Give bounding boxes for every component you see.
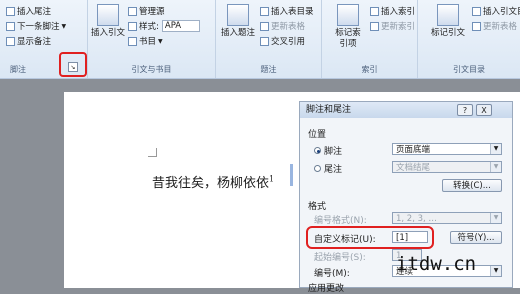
document-text[interactable]: 昔我往矣，杨柳依依1 <box>152 172 274 191</box>
dropdown-arrow-icon: ▼ <box>490 213 501 223</box>
citations-group: 插入引文 管理源 样式: APA 书目 ▼ 引文与书目 <box>88 0 216 78</box>
insert-index-button[interactable]: 插入索引 <box>370 5 415 17</box>
highlight-dialog-launcher <box>59 52 87 77</box>
close-button[interactable]: X <box>476 104 492 116</box>
radio-selected-icon <box>314 147 321 154</box>
help-button[interactable]: ? <box>457 104 473 116</box>
update-table-button[interactable]: 更新表格 <box>260 20 305 32</box>
insert-table-of-figures-button[interactable]: 插入表目录 <box>260 5 314 17</box>
toa-group: 标记引文 插入引文目 更新表格 引文目录 <box>418 0 520 78</box>
start-at-label: 起始编号(S): <box>314 253 366 263</box>
insert-caption-button[interactable]: 插入题注 <box>220 4 256 39</box>
update-toa-button[interactable]: 更新表格 <box>472 20 517 32</box>
index-group-title: 索引 <box>361 65 378 74</box>
format-section-label: 格式 <box>308 202 327 212</box>
watermark-text: itdw.cn <box>396 253 477 275</box>
text-cursor <box>290 164 293 186</box>
ribbon: 插入尾注 下一条脚注 ▼ 显示备注 脚注 ↘ 插入引文 管理源 样式: APA 书目… <box>0 0 520 79</box>
next-footnote-button[interactable]: 下一条脚注 ▼ <box>6 20 66 32</box>
radio-unselected-icon <box>314 165 321 172</box>
insert-toa-button[interactable]: 插入引文目 <box>472 5 520 17</box>
location-section-label: 位置 <box>308 130 327 140</box>
manage-sources-icon <box>128 6 137 16</box>
mark-citation-button[interactable]: 标记引文 <box>428 4 468 39</box>
update-toa-icon <box>472 21 481 31</box>
numbering-label: 编号(M): <box>314 269 350 279</box>
captions-group-title: 题注 <box>260 65 277 74</box>
show-notes-button[interactable]: 显示备注 <box>6 35 51 47</box>
cross-reference-icon <box>260 36 269 46</box>
manage-sources-button[interactable]: 管理源 <box>128 5 165 17</box>
symbol-button[interactable]: 符号(Y)... <box>450 231 502 244</box>
index-group: 标记索引项 插入索引 更新索引 索引 <box>322 0 418 78</box>
bibliography-button[interactable]: 书目 ▼ <box>128 35 163 47</box>
next-footnote-icon <box>6 21 15 31</box>
mark-entry-icon <box>337 4 359 26</box>
dropdown-arrow-icon: ▼ <box>490 266 501 276</box>
footnote-location-select[interactable]: 页面底端 ▼ <box>392 143 502 155</box>
bibliography-icon <box>128 36 137 46</box>
style-selector[interactable]: 样式: APA <box>128 20 201 32</box>
dropdown-arrow-icon: ▼ <box>490 144 501 154</box>
footnote-reference[interactable]: 1 <box>269 175 274 184</box>
mark-citation-icon <box>437 4 459 26</box>
update-index-button[interactable]: 更新索引 <box>370 20 415 32</box>
number-format-label: 编号格式(N): <box>314 216 367 226</box>
cross-reference-button[interactable]: 交叉引用 <box>260 35 305 47</box>
number-format-select[interactable]: 1, 2, 3, … ▼ <box>392 212 502 224</box>
insert-caption-icon <box>227 4 249 26</box>
update-index-icon <box>370 21 379 31</box>
update-table-icon <box>260 21 269 31</box>
insert-citation-icon <box>97 4 119 26</box>
highlight-custom-mark <box>306 226 434 249</box>
show-notes-icon <box>6 36 15 46</box>
table-of-figures-icon <box>260 6 269 16</box>
citations-group-title: 引文与书目 <box>131 65 172 74</box>
insert-citation-button[interactable]: 插入引文 <box>90 4 126 39</box>
footnote-radio[interactable]: 脚注 <box>314 144 342 157</box>
insert-index-icon <box>370 6 379 16</box>
dropdown-arrow-icon: ▼ <box>490 162 501 172</box>
mark-entry-button[interactable]: 标记索引项 <box>328 4 368 50</box>
convert-button[interactable]: 转换(C)... <box>442 179 502 192</box>
style-icon <box>128 21 137 31</box>
toa-group-title: 引文目录 <box>453 65 485 74</box>
insert-endnote-button[interactable]: 插入尾注 <box>6 5 51 17</box>
insert-toa-icon <box>472 6 481 16</box>
endnote-radio[interactable]: 尾注 <box>314 162 342 175</box>
endnote-icon <box>6 6 15 16</box>
margin-corner-mark <box>148 148 157 157</box>
endnote-location-select[interactable]: 文档结尾 ▼ <box>392 161 502 173</box>
captions-group: 插入题注 插入表目录 更新表格 交叉引用 题注 <box>216 0 322 78</box>
